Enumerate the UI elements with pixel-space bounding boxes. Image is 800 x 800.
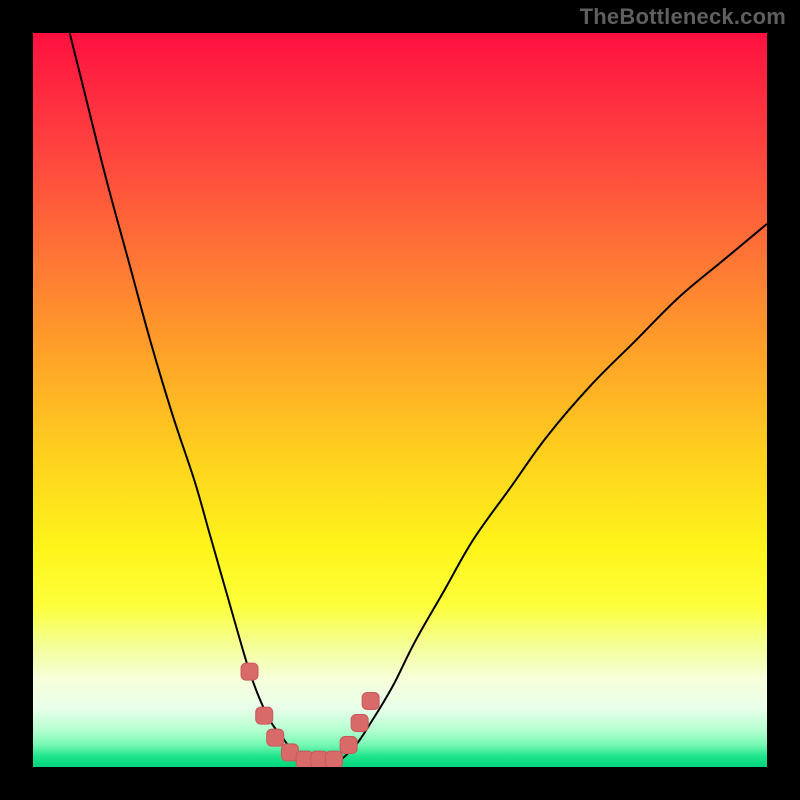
chart-svg [33, 33, 767, 767]
data-point-marker [362, 692, 379, 709]
watermark-text: TheBottleneck.com [580, 4, 786, 30]
points-overlay [241, 663, 379, 767]
data-point-marker [267, 729, 284, 746]
data-point-marker [325, 751, 342, 767]
data-point-marker [241, 663, 258, 680]
right-branch-curve [341, 224, 767, 760]
chart-frame: TheBottleneck.com [0, 0, 800, 800]
left-branch-curve [70, 33, 305, 760]
data-point-marker [256, 707, 273, 724]
data-point-marker [351, 714, 368, 731]
curve-group [70, 33, 767, 760]
data-point-marker [340, 736, 357, 753]
plot-area [33, 33, 767, 767]
